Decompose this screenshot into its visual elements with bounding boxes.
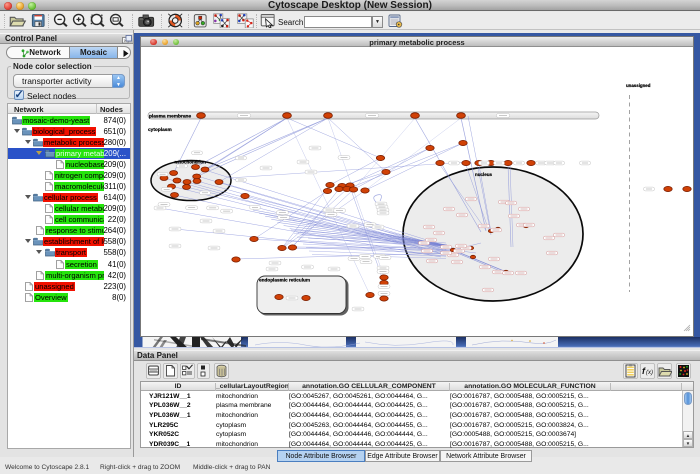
- svg-text:(x): (x): [646, 370, 653, 376]
- svg-text:unassigned: unassigned: [626, 83, 651, 88]
- svg-text:nucleus: nucleus: [475, 172, 493, 177]
- svg-text:plasma membrane: plasma membrane: [149, 114, 191, 120]
- svg-text:mitochondrion: mitochondrion: [175, 160, 207, 165]
- svg-text:cytoplasm: cytoplasm: [148, 127, 172, 133]
- svg-text:endoplasmic reticulum: endoplasmic reticulum: [259, 278, 310, 283]
